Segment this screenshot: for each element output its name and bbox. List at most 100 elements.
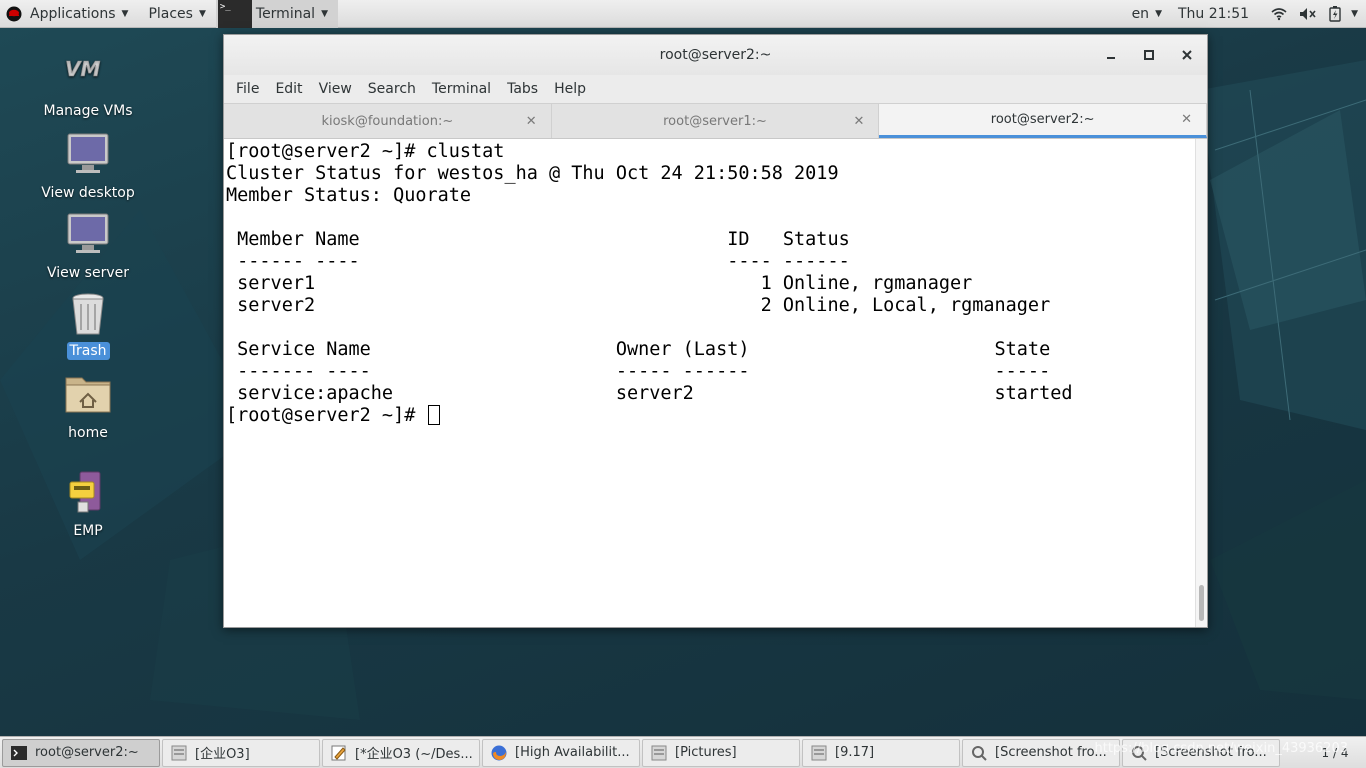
watermark-text: https://blog.csdn.net/weixin_43936203 bbox=[1094, 741, 1348, 756]
desktop-icon-trash[interactable]: Trash bbox=[38, 290, 138, 360]
taskbar-item-root-server2[interactable]: root@server2:~ bbox=[2, 738, 160, 767]
taskbar-item-label: [High Availabilit... bbox=[515, 745, 630, 760]
desktop-icon-view-server[interactable]: View server bbox=[38, 212, 138, 282]
taskbar-item-label: [企业O3] bbox=[195, 747, 250, 762]
tab-label: root@server2:~ bbox=[990, 112, 1095, 127]
terminal-line: Cluster Status for westos_ha @ Thu Oct 2… bbox=[226, 163, 839, 184]
taskbar-item-firefox[interactable]: [High Availabilit... bbox=[482, 738, 640, 767]
terminal-line: server2 2 Online, Local, rgmanager bbox=[226, 295, 1051, 316]
menu-tabs[interactable]: Tabs bbox=[499, 81, 546, 97]
desktop-icon-view-desktop[interactable]: View desktop bbox=[38, 132, 138, 202]
taskbar-item-qiye-o3[interactable]: [企业O3] bbox=[162, 738, 320, 767]
taskbar-item-pictures[interactable]: [Pictures] bbox=[642, 738, 800, 767]
terminal-line: [root@server2 ~]# clustat bbox=[226, 141, 505, 162]
places-menu[interactable]: Places ▼ bbox=[138, 0, 215, 28]
maximize-button[interactable] bbox=[1137, 43, 1161, 67]
taskbar-item-label: [*企业O3 (~/Des... bbox=[355, 747, 473, 762]
window-icon bbox=[171, 745, 187, 760]
taskbar-item-editor[interactable]: [*企业O3 (~/Des... bbox=[322, 738, 480, 767]
window-icon bbox=[811, 745, 827, 760]
close-button[interactable] bbox=[1175, 43, 1199, 67]
desktop-icon-emp[interactable]: EMP bbox=[38, 470, 138, 540]
screenshot-icon bbox=[972, 745, 987, 761]
close-icon bbox=[1182, 50, 1192, 60]
top-bar-status-area: en ▼ Thu 21:51 ▼ bbox=[1124, 0, 1366, 28]
close-icon[interactable]: ✕ bbox=[1181, 112, 1192, 127]
trash-icon bbox=[64, 290, 112, 338]
terminal-line: service:apache server2 started bbox=[226, 383, 1073, 404]
chevron-down-icon: ▼ bbox=[1351, 8, 1358, 19]
taskbar-item-label: [9.17] bbox=[835, 745, 875, 760]
editor-icon bbox=[331, 745, 346, 760]
tab-bar: kiosk@foundation:~ ✕ root@server1:~ ✕ ro… bbox=[224, 103, 1208, 139]
menu-terminal[interactable]: Terminal bbox=[424, 81, 499, 97]
terminal-line: server1 1 Online, rgmanager bbox=[226, 273, 973, 294]
terminal-line bbox=[226, 317, 1207, 339]
taskbar-item-label: [Pictures] bbox=[675, 745, 737, 760]
monitor-icon bbox=[64, 132, 112, 180]
desktop-icon-label: home bbox=[68, 425, 108, 441]
terminal-app-menu[interactable]: >_ Terminal ▼ bbox=[215, 0, 338, 28]
clock-label: Thu 21:51 bbox=[1177, 5, 1250, 22]
scrollbar-thumb[interactable] bbox=[1199, 585, 1204, 621]
monitor-icon bbox=[64, 212, 112, 260]
terminal-output[interactable]: [root@server2 ~]# clustat Cluster Status… bbox=[224, 139, 1207, 627]
terminal-line: Member Name ID Status bbox=[226, 229, 850, 250]
terminal-prompt-line: [root@server2 ~]# bbox=[226, 405, 1207, 427]
menu-file[interactable]: File bbox=[228, 81, 267, 97]
chevron-down-icon: ▼ bbox=[121, 8, 129, 19]
desktop-icon-label: View server bbox=[47, 265, 129, 281]
desktop-icon-label: Trash bbox=[66, 342, 110, 360]
terminal-line: ------- ---- ----- ------ ----- bbox=[226, 361, 1051, 382]
taskbar-item-9-17[interactable]: [9.17] bbox=[802, 738, 960, 767]
minimize-button[interactable] bbox=[1099, 43, 1123, 67]
close-icon[interactable]: ✕ bbox=[526, 114, 537, 129]
terminal-icon bbox=[11, 745, 27, 760]
tab-root-server2[interactable]: root@server2:~ ✕ bbox=[879, 104, 1208, 138]
applications-menu[interactable]: Applications ▼ bbox=[0, 0, 138, 28]
desktop-icon-label: EMP bbox=[73, 523, 103, 539]
window-title-bar[interactable]: root@server2:~ bbox=[224, 35, 1207, 75]
terminal-icon: >_ bbox=[217, 0, 252, 28]
menu-bar: File Edit View Search Terminal Tabs Help bbox=[224, 75, 1207, 103]
firefox-icon bbox=[491, 745, 507, 760]
system-status-menu[interactable]: ▼ bbox=[1271, 5, 1358, 22]
applications-label: Applications bbox=[30, 5, 116, 22]
desktop-icon-home[interactable]: home bbox=[38, 372, 138, 442]
terminal-line: ------ ---- ---- ------ bbox=[226, 251, 850, 272]
home-folder-icon bbox=[64, 372, 112, 420]
taskbar-item-label: root@server2:~ bbox=[35, 745, 139, 760]
terminal-line: Service Name Owner (Last) State bbox=[226, 339, 1051, 360]
terminal-app-label: Terminal bbox=[255, 5, 316, 22]
tab-root-server1[interactable]: root@server1:~ ✕ bbox=[552, 104, 880, 138]
menu-help[interactable]: Help bbox=[546, 81, 594, 97]
tab-label: root@server1:~ bbox=[663, 113, 767, 129]
chevron-down-icon: ▼ bbox=[321, 8, 328, 19]
window-title: root@server2:~ bbox=[659, 47, 772, 63]
battery-icon bbox=[1329, 5, 1341, 22]
window-icon bbox=[651, 745, 667, 760]
desktop-icon-manage-vms[interactable]: VM Manage VMs bbox=[38, 50, 138, 120]
desktop-icon-label: Manage VMs bbox=[43, 103, 133, 119]
tab-kiosk-foundation[interactable]: kiosk@foundation:~ ✕ bbox=[224, 104, 552, 138]
chevron-down-icon: ▼ bbox=[198, 8, 206, 19]
terminal-prompt: [root@server2 ~]# bbox=[226, 405, 427, 426]
redhat-logo-icon bbox=[6, 6, 22, 21]
desktop-icon-label: View desktop bbox=[41, 185, 135, 201]
svg-text:VM: VM bbox=[65, 57, 100, 81]
menu-view[interactable]: View bbox=[311, 81, 360, 97]
taskbar-item-label: [Screenshot fro... bbox=[995, 745, 1107, 760]
top-bar: Applications ▼ Places ▼ >_ Terminal ▼ en… bbox=[0, 0, 1366, 28]
tab-label: kiosk@foundation:~ bbox=[321, 113, 454, 129]
close-icon[interactable]: ✕ bbox=[853, 114, 864, 129]
menu-search[interactable]: Search bbox=[360, 81, 424, 97]
maximize-icon bbox=[1144, 50, 1154, 60]
language-selector[interactable]: en ▼ bbox=[1132, 6, 1162, 22]
menu-edit[interactable]: Edit bbox=[267, 81, 310, 97]
volume-muted-icon bbox=[1300, 7, 1316, 20]
chevron-down-icon: ▼ bbox=[1155, 8, 1162, 19]
clock[interactable]: Thu 21:51 bbox=[1178, 6, 1249, 22]
terminal-line: Member Status: Quorate bbox=[226, 185, 472, 206]
scrollbar[interactable] bbox=[1195, 139, 1207, 627]
terminal-line bbox=[226, 207, 1207, 229]
